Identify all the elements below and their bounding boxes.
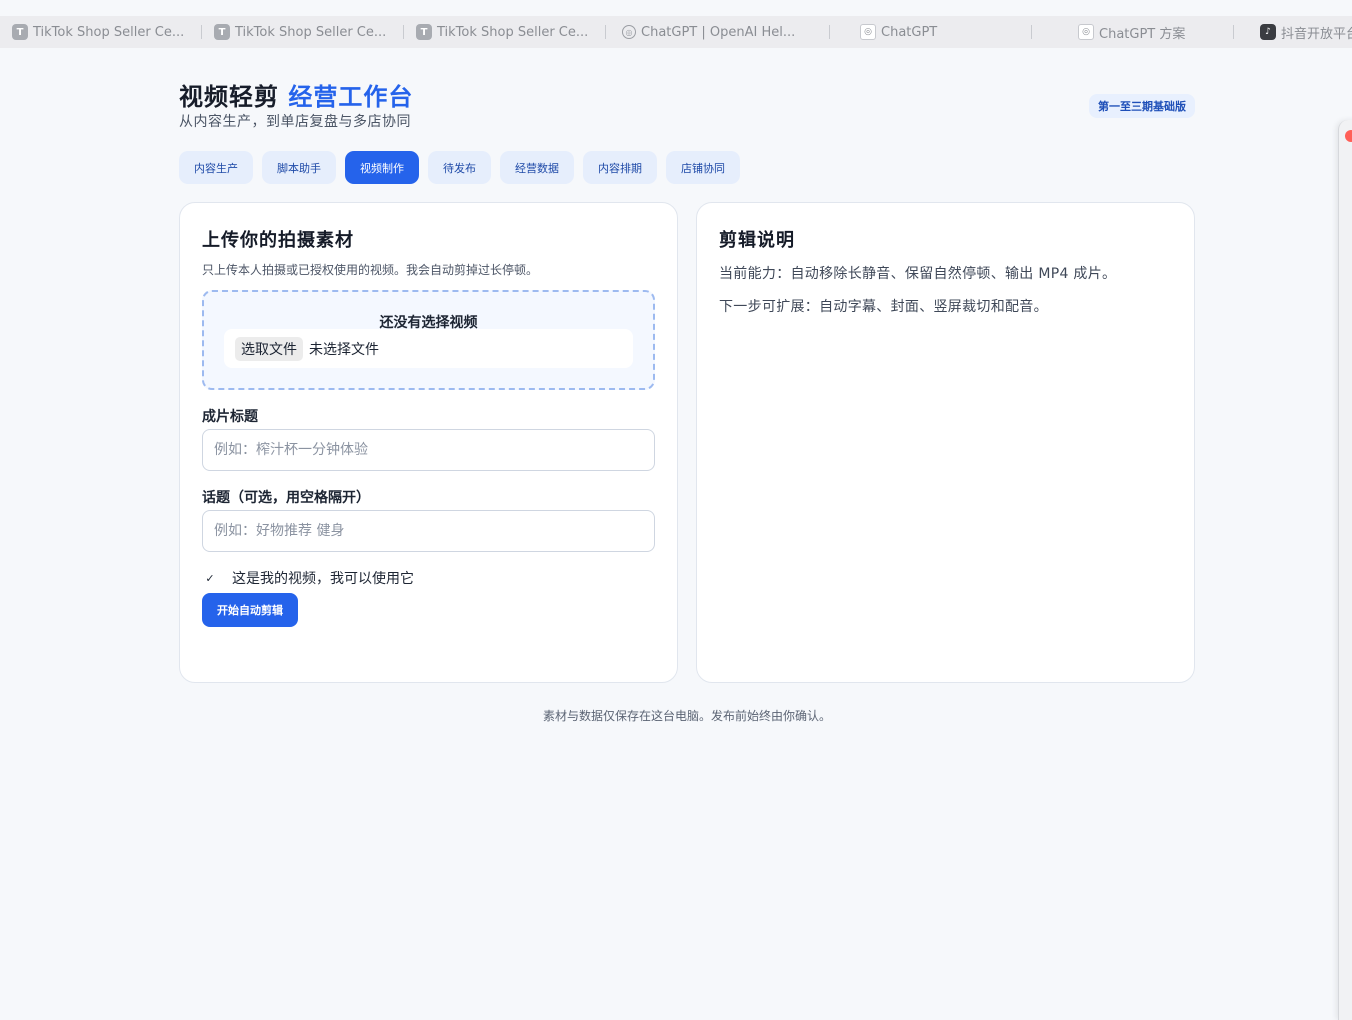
- tiktok-shop-icon: T: [416, 24, 432, 40]
- upload-card: 上传你的拍摄素材 只上传本人拍摄或已授权使用的视频。我会自动剪掉过长停顿。 还没…: [179, 202, 678, 683]
- browser-tab[interactable]: T TikTok Shop Seller Ce...: [404, 16, 606, 48]
- nav-business-data[interactable]: 经营数据: [500, 151, 574, 184]
- nav-script-assistant[interactable]: 脚本助手: [262, 151, 336, 184]
- version-badge: 第一至三期基础版: [1089, 94, 1195, 118]
- browser-tab[interactable]: ◎ ChatGPT: [830, 16, 1032, 48]
- upload-card-title: 上传你的拍摄素材: [202, 230, 354, 251]
- page-title-main: 视频轻剪: [179, 83, 279, 111]
- start-auto-edit-button[interactable]: 开始自动剪辑: [202, 593, 298, 627]
- openai-icon: ◎: [1078, 24, 1094, 40]
- browser-tab-title: TikTok Shop Seller Ce...: [437, 24, 589, 40]
- page-header: 视频轻剪 经营工作台 从内容生产，到单店复盘与多店协同 第一至三期基础版: [179, 80, 1195, 131]
- browser-tab-title: TikTok Shop Seller Ce...: [235, 24, 387, 40]
- nav-content-schedule[interactable]: 内容排期: [583, 151, 657, 184]
- consent-row: ✓ 这是我的视频，我可以使用它: [202, 568, 414, 588]
- current-capability-text: 当前能力：自动移除长静音、保留自然停顿、输出 MP4 成片。: [719, 266, 1117, 282]
- browser-tab-title: ChatGPT | OpenAI Hel...: [641, 24, 796, 40]
- topic-field-label: 话题（可选，用空格隔开）: [202, 490, 370, 506]
- window-close-dot[interactable]: [1345, 130, 1352, 142]
- nav-store-collaboration[interactable]: 店铺协同: [666, 151, 740, 184]
- browser-tab-title: ChatGPT: [881, 24, 938, 40]
- video-dropzone[interactable]: 还没有选择视频 选取文件 未选择文件: [202, 290, 655, 390]
- title-field-label: 成片标题: [202, 409, 258, 425]
- edit-info-title: 剪辑说明: [719, 230, 795, 251]
- choose-file-button[interactable]: 选取文件: [235, 336, 303, 361]
- tiktok-shop-icon: T: [214, 24, 230, 40]
- browser-tab-title: 抖音开放平台 - 抖音: [1281, 26, 1352, 42]
- consent-label: 这是我的视频，我可以使用它: [232, 571, 414, 587]
- browser-tab-strip: T TikTok Shop Seller Ce... T TikTok Shop…: [0, 16, 1352, 48]
- file-status-text: 未选择文件: [309, 341, 379, 358]
- main-nav: 内容生产 脚本助手 视频制作 待发布 经营数据 内容排期 店铺协同: [179, 151, 740, 184]
- openai-icon: ◎: [622, 25, 636, 39]
- nav-content-production[interactable]: 内容生产: [179, 151, 253, 184]
- browser-tab-title: ChatGPT 方案: [1099, 26, 1186, 42]
- browser-tab[interactable]: ◎ ChatGPT 方案: [1032, 16, 1234, 48]
- nav-pending-publish[interactable]: 待发布: [428, 151, 491, 184]
- tiktok-shop-icon: T: [12, 24, 28, 40]
- upload-card-description: 只上传本人拍摄或已授权使用的视频。我会自动剪掉过长停顿。: [202, 263, 539, 277]
- browser-tab[interactable]: T TikTok Shop Seller Ce...: [202, 16, 404, 48]
- nav-video-production[interactable]: 视频制作: [345, 151, 419, 184]
- overlay-window-edge[interactable]: [1338, 120, 1352, 1020]
- edit-info-card: 剪辑说明 当前能力：自动移除长静音、保留自然停顿、输出 MP4 成片。 下一步可…: [696, 202, 1195, 683]
- topic-input[interactable]: [202, 510, 655, 552]
- title-input[interactable]: [202, 429, 655, 471]
- browser-tab-title: TikTok Shop Seller Ce...: [33, 24, 185, 40]
- page-subtitle: 从内容生产，到单店复盘与多店协同: [179, 114, 411, 130]
- page-title: 视频轻剪 经营工作台: [179, 80, 1195, 114]
- browser-tab[interactable]: T TikTok Shop Seller Ce...: [0, 16, 202, 48]
- page-title-accent: 经营工作台: [288, 83, 414, 111]
- consent-checkbox[interactable]: ✓: [202, 570, 218, 586]
- douyin-icon: ♪: [1260, 24, 1276, 40]
- browser-tab[interactable]: ♪ 抖音开放平台 - 抖音: [1234, 16, 1352, 48]
- next-step-text: 下一步可扩展：自动字幕、封面、竖屏裁切和配音。: [719, 299, 1048, 315]
- file-input[interactable]: 选取文件 未选择文件: [224, 329, 633, 368]
- privacy-footer: 素材与数据仅保存在这台电脑。发布前始终由你确认。: [542, 709, 831, 723]
- openai-icon: ◎: [860, 24, 876, 40]
- browser-tab[interactable]: ◎ ChatGPT | OpenAI Hel...: [606, 16, 830, 48]
